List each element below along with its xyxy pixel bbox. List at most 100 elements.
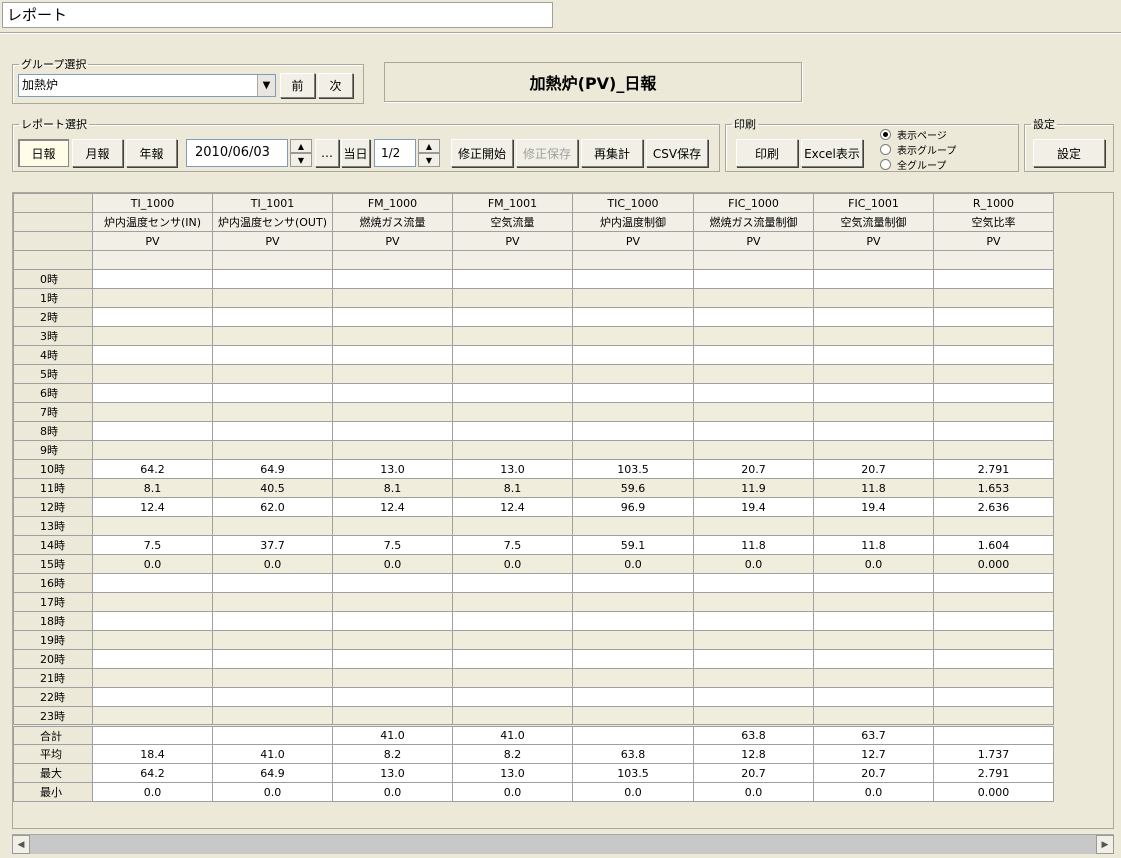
table-cell[interactable] [813, 326, 934, 346]
table-cell[interactable]: 12.4 [332, 497, 453, 517]
table-cell[interactable]: 12.4 [452, 497, 573, 517]
table-cell[interactable] [452, 421, 573, 441]
table-cell[interactable] [933, 364, 1054, 384]
table-cell[interactable] [332, 440, 453, 460]
table-cell[interactable] [572, 402, 694, 422]
table-cell[interactable] [212, 706, 333, 726]
csv-save-button[interactable]: CSV保存 [646, 139, 708, 167]
yearly-report-button[interactable]: 年報 [126, 139, 177, 167]
radio-all-groups[interactable]: 全グループ [880, 157, 946, 172]
table-cell[interactable]: 0.0 [332, 554, 453, 574]
table-cell[interactable] [572, 516, 694, 536]
table-cell[interactable] [212, 592, 333, 612]
table-cell[interactable]: 8.1 [332, 478, 453, 498]
table-cell[interactable] [572, 288, 694, 308]
table-cell[interactable] [693, 573, 814, 593]
table-cell[interactable] [332, 421, 453, 441]
table-cell[interactable] [693, 345, 814, 365]
prev-group-button[interactable]: 前 [280, 73, 315, 98]
table-cell[interactable]: 8.1 [452, 478, 573, 498]
table-cell[interactable] [693, 516, 814, 536]
table-cell[interactable] [332, 630, 453, 650]
table-cell[interactable] [92, 326, 213, 346]
table-cell[interactable] [933, 269, 1054, 289]
table-cell[interactable] [92, 592, 213, 612]
table-cell[interactable] [212, 383, 333, 403]
table-cell[interactable] [452, 402, 573, 422]
table-cell[interactable] [813, 421, 934, 441]
excel-view-button[interactable]: Excel表示 [801, 139, 863, 167]
group-combobox[interactable]: 加熱炉 ▼ [18, 74, 276, 97]
table-cell[interactable] [92, 421, 213, 441]
table-cell[interactable] [572, 345, 694, 365]
table-cell[interactable]: 11.8 [813, 478, 934, 498]
table-cell[interactable] [332, 364, 453, 384]
table-cell[interactable]: 7.5 [332, 535, 453, 555]
table-cell[interactable] [572, 592, 694, 612]
table-cell[interactable] [212, 364, 333, 384]
table-cell[interactable]: 64.2 [92, 459, 213, 479]
table-cell[interactable] [452, 307, 573, 327]
table-cell[interactable] [212, 573, 333, 593]
table-cell[interactable] [813, 668, 934, 688]
table-cell[interactable] [332, 307, 453, 327]
table-cell[interactable] [212, 516, 333, 536]
table-cell[interactable] [572, 269, 694, 289]
table-cell[interactable] [813, 269, 934, 289]
table-cell[interactable] [813, 649, 934, 669]
table-cell[interactable] [572, 307, 694, 327]
table-cell[interactable] [212, 307, 333, 327]
table-cell[interactable] [933, 573, 1054, 593]
table-cell[interactable] [933, 383, 1054, 403]
radio-button[interactable] [880, 143, 891, 155]
table-cell[interactable] [212, 269, 333, 289]
table-cell[interactable] [332, 706, 453, 726]
table-cell[interactable] [332, 269, 453, 289]
table-cell[interactable] [693, 649, 814, 669]
scroll-left-icon[interactable]: ◀ [12, 835, 30, 854]
table-cell[interactable] [933, 440, 1054, 460]
table-cell[interactable] [92, 345, 213, 365]
table-cell[interactable] [452, 649, 573, 669]
date-spinner[interactable]: ▲ ▼ [290, 139, 312, 167]
table-cell[interactable] [813, 611, 934, 631]
table-cell[interactable] [452, 706, 573, 726]
report-grid-area[interactable]: TI_1000 TI_1001 FM_1000 FM_1001 TIC_1000 FIC_… [12, 192, 1114, 829]
table-cell[interactable] [212, 402, 333, 422]
table-cell[interactable] [693, 668, 814, 688]
table-cell[interactable] [332, 687, 453, 707]
table-cell[interactable] [572, 649, 694, 669]
table-cell[interactable] [693, 706, 814, 726]
page-spinner[interactable]: ▲ ▼ [418, 139, 440, 167]
table-cell[interactable] [452, 345, 573, 365]
table-cell[interactable] [332, 516, 453, 536]
spin-up-icon[interactable]: ▲ [418, 139, 440, 153]
table-cell[interactable] [572, 383, 694, 403]
table-cell[interactable] [813, 687, 934, 707]
table-cell[interactable] [92, 706, 213, 726]
edit-start-button[interactable]: 修正開始 [451, 139, 513, 167]
table-cell[interactable] [92, 573, 213, 593]
table-cell[interactable] [92, 668, 213, 688]
table-cell[interactable] [933, 706, 1054, 726]
table-cell[interactable] [452, 516, 573, 536]
table-cell[interactable]: 0.000 [933, 554, 1054, 574]
table-cell[interactable]: 7.5 [92, 535, 213, 555]
table-cell[interactable]: 13.0 [452, 459, 573, 479]
table-cell[interactable] [572, 611, 694, 631]
table-cell[interactable] [452, 630, 573, 650]
table-cell[interactable] [933, 326, 1054, 346]
table-cell[interactable] [92, 402, 213, 422]
table-cell[interactable]: 13.0 [332, 459, 453, 479]
table-cell[interactable]: 2.791 [933, 459, 1054, 479]
spin-down-icon[interactable]: ▼ [290, 153, 312, 167]
page-input[interactable]: 1/2 [374, 139, 416, 167]
table-cell[interactable]: 64.9 [212, 459, 333, 479]
table-cell[interactable] [92, 649, 213, 669]
table-cell[interactable] [212, 687, 333, 707]
radio-button[interactable] [880, 128, 891, 140]
table-cell[interactable]: 0.0 [92, 554, 213, 574]
table-cell[interactable] [212, 421, 333, 441]
table-cell[interactable] [332, 288, 453, 308]
table-cell[interactable] [693, 326, 814, 346]
